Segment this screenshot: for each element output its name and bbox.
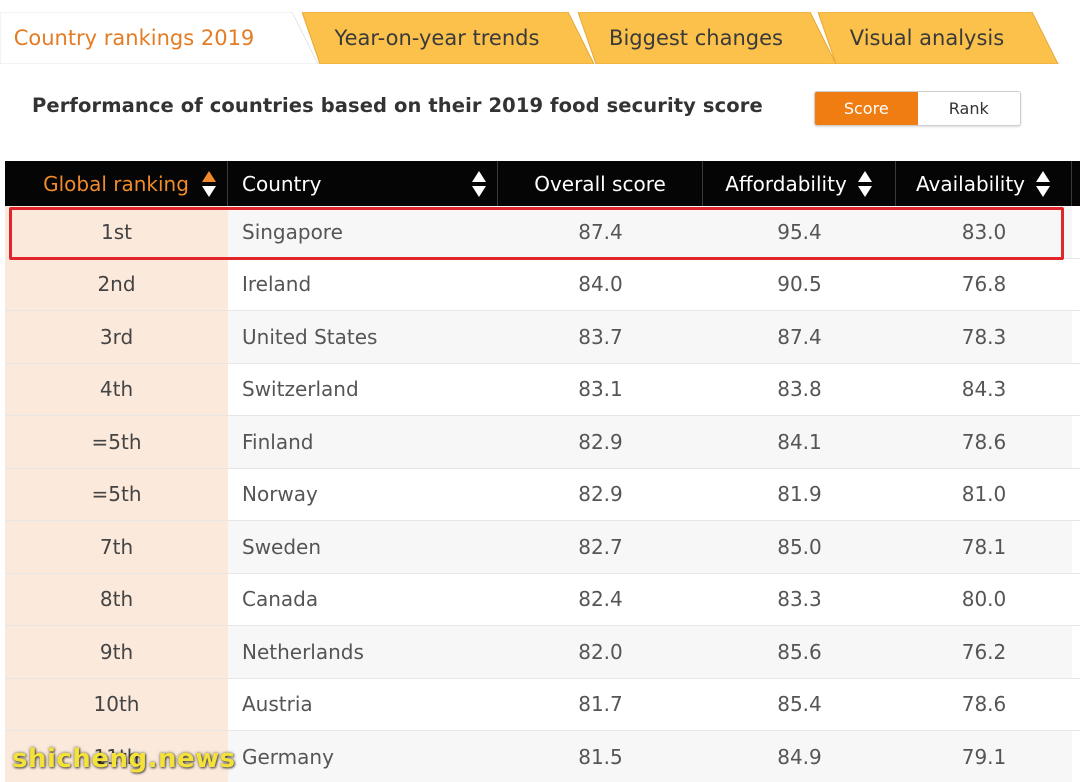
overall-score-cell: 82.9	[498, 416, 703, 468]
rank-cell: =5th	[5, 416, 228, 468]
table-row[interactable]: 10th Austria 81.7 85.4 78.6	[5, 678, 1080, 731]
availability-cell: 80.0	[961, 587, 1007, 612]
page: Country rankings 2019 Year-on-year trend…	[0, 0, 1080, 782]
affordability-cell: 83.8	[777, 377, 822, 402]
table-row[interactable]: 1st Singapore 87.4 95.4 83.0	[5, 206, 1080, 259]
country-cell: Canada	[242, 587, 319, 612]
column-header-label: Overall score	[534, 171, 666, 196]
country-cell: Finland	[228, 416, 498, 468]
overall-score-cell: 81.7	[578, 692, 623, 717]
rank-cell: 10th	[5, 678, 228, 730]
availability-cell: 78.3	[896, 311, 1072, 363]
country-cell: Austria	[242, 692, 313, 717]
affordability-cell: 83.3	[777, 587, 822, 612]
tab-label: Year-on-year trends	[334, 26, 540, 50]
column-header-country[interactable]: Country	[228, 161, 498, 206]
column-header-global-ranking[interactable]: Global ranking	[5, 161, 228, 206]
table-row[interactable]: 7th Sweden 82.7 85.0 78.1	[5, 521, 1080, 574]
availability-cell: 78.1	[896, 521, 1072, 573]
tab-bar: Country rankings 2019 Year-on-year trend…	[0, 0, 1080, 64]
tab-label: Country rankings 2019	[13, 26, 255, 50]
tab-biggest-changes[interactable]: Biggest changes	[578, 12, 836, 64]
column-header-label: Global ranking	[43, 171, 189, 196]
overall-score-cell: 87.4	[498, 206, 703, 258]
rank-cell: 2nd	[5, 258, 228, 310]
availability-cell: 76.2	[896, 626, 1072, 678]
affordability-cell: 84.9	[703, 731, 896, 782]
affordability-cell: 87.4	[703, 311, 896, 363]
availability-cell: 83.0	[896, 206, 1072, 258]
affordability-cell: 95.4	[703, 206, 896, 258]
country-cell: Netherlands	[228, 626, 498, 678]
rank-cell: 3rd	[5, 311, 228, 363]
overall-score-cell: 82.7	[498, 521, 703, 573]
availability-cell: 84.3	[961, 377, 1007, 402]
rank-cell: 4th	[5, 363, 228, 415]
rank-cell: 8th	[5, 573, 228, 625]
sort-icon	[1036, 170, 1050, 197]
country-cell: Germany	[228, 731, 498, 782]
country-cell: Ireland	[242, 272, 312, 297]
country-cell: Switzerland	[242, 377, 359, 402]
table-body: 1st Singapore 87.4 95.4 83.0 2nd Ireland…	[5, 206, 1080, 782]
table-row[interactable]: 4th Switzerland 83.1 83.8 84.3	[5, 363, 1080, 416]
availability-cell: 76.8	[961, 272, 1007, 297]
affordability-cell: 85.0	[703, 521, 896, 573]
overall-score-cell: 82.4	[578, 587, 623, 612]
page-title: Performance of countries based on their …	[32, 94, 763, 117]
rank-cell: 9th	[5, 626, 228, 678]
table-row[interactable]: 8th Canada 82.4 83.3 80.0	[5, 573, 1080, 626]
availability-cell: 79.1	[896, 731, 1072, 782]
overall-score-cell: 82.9	[578, 482, 623, 507]
column-header-overall-score[interactable]: Overall score	[498, 161, 703, 206]
affordability-cell: 85.6	[703, 626, 896, 678]
table-row[interactable]: 2nd Ireland 84.0 90.5 76.8	[5, 258, 1080, 311]
affordability-cell: 81.9	[777, 482, 822, 507]
tab-year-on-year[interactable]: Year-on-year trends	[302, 12, 594, 64]
overall-score-cell: 83.7	[498, 311, 703, 363]
table-row[interactable]: 3rd United States 83.7 87.4 78.3	[5, 311, 1080, 364]
column-header-label: Affordability	[725, 171, 847, 196]
country-cell: Norway	[242, 482, 318, 507]
table-row[interactable]: 11th Germany 81.5 84.9 79.1	[5, 731, 1080, 782]
tab-visual-analysis[interactable]: Visual analysis	[818, 12, 1058, 64]
country-cell: United States	[228, 311, 498, 363]
column-header-label: Availability	[915, 171, 1025, 196]
rank-cell: 11th	[5, 731, 228, 782]
overall-score-cell: 81.5	[498, 731, 703, 782]
table-row[interactable]: 9th Netherlands 82.0 85.6 76.2	[5, 626, 1080, 679]
availability-cell: 81.0	[961, 482, 1007, 507]
country-cell: Singapore	[228, 206, 498, 258]
column-header-label: Country	[242, 171, 322, 196]
tab-country-rankings[interactable]: Country rankings 2019	[0, 12, 318, 64]
rank-cell: =5th	[5, 468, 228, 520]
rankings-table: Global ranking Country Overall score Aff…	[5, 161, 1080, 782]
rank-button[interactable]: Rank	[918, 92, 1021, 125]
affordability-cell: 90.5	[777, 272, 822, 297]
rank-cell: 1st	[5, 206, 228, 258]
table-header: Global ranking Country Overall score Aff…	[5, 161, 1080, 206]
column-header-affordability[interactable]: Affordability	[703, 161, 896, 206]
table-row[interactable]: =5th Norway 82.9 81.9 81.0	[5, 468, 1080, 521]
affordability-cell: 84.1	[703, 416, 896, 468]
availability-cell: 78.6	[961, 692, 1007, 717]
tab-label: Visual analysis	[849, 26, 1005, 50]
overall-score-cell: 83.1	[578, 377, 623, 402]
score-button[interactable]: Score	[815, 92, 918, 125]
sort-icon	[472, 171, 486, 197]
table-row[interactable]: =5th Finland 82.9 84.1 78.6	[5, 416, 1080, 469]
sort-icon	[202, 171, 216, 197]
score-rank-toggle: Score Rank	[814, 91, 1021, 126]
overall-score-cell: 82.0	[498, 626, 703, 678]
rank-cell: 7th	[5, 521, 228, 573]
sort-icon	[857, 170, 872, 197]
column-header-availability[interactable]: Availability	[896, 161, 1072, 206]
availability-cell: 78.6	[896, 416, 1072, 468]
overall-score-cell: 84.0	[578, 272, 623, 297]
country-cell: Sweden	[228, 521, 498, 573]
affordability-cell: 85.4	[777, 692, 822, 717]
tab-label: Biggest changes	[609, 26, 783, 50]
